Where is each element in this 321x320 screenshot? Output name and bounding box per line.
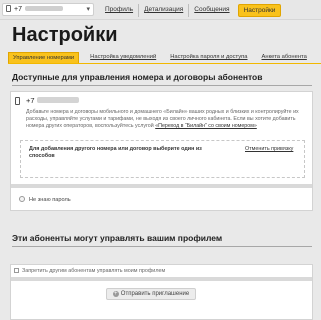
- port-number-link[interactable]: «Переход в “Билайн” со своим номером»: [155, 123, 257, 129]
- tab-notifications[interactable]: Настройка уведомлений: [87, 52, 159, 63]
- add-number-box: Для добавления другого номера или догово…: [20, 140, 305, 178]
- managed-phone-number: +7: [26, 96, 79, 105]
- cancel-binding-link[interactable]: Отменить привязку: [245, 146, 293, 152]
- section-title-available-numbers: Доступные для управления номера и догово…: [12, 72, 263, 82]
- phone-number-select[interactable]: +7 ▾: [2, 3, 94, 16]
- blurred-phone-number: [36, 97, 79, 103]
- content-separator: [11, 277, 312, 281]
- checkbox[interactable]: [14, 268, 19, 273]
- section-title-profile-managers: Эти абоненты могут управлять вашим профи…: [12, 233, 223, 243]
- blurred-phone-number: [24, 6, 63, 11]
- top-navigation: Профиль Детализация Сообщения Настройки: [100, 4, 282, 17]
- nav-details[interactable]: Детализация: [139, 4, 190, 17]
- management-description: Добавьте номера и договоры мобильного и …: [26, 109, 299, 129]
- phone-prefix: +7: [14, 6, 22, 13]
- plus-icon: +: [112, 291, 119, 297]
- nav-settings[interactable]: Настройки: [237, 4, 282, 17]
- radio-dont-know-password[interactable]: Не знаю пароль: [19, 196, 71, 203]
- section-divider: [12, 246, 312, 247]
- radio-button[interactable]: [19, 196, 25, 202]
- mobile-phone-icon: [15, 97, 20, 105]
- top-bar: +7 ▾ Профиль Детализация Сообщения Настр…: [0, 0, 321, 20]
- page-title: Настройки: [12, 24, 118, 46]
- content-separator: [11, 184, 312, 188]
- tab-password-access[interactable]: Настройка пароля и доступа: [167, 52, 250, 63]
- mobile-phone-icon: [6, 5, 11, 12]
- deny-management-checkbox-row[interactable]: Запретить другим абонентам управлять мои…: [14, 268, 165, 274]
- chevron-down-icon[interactable]: ▾: [86, 4, 90, 15]
- section-divider: [12, 85, 312, 86]
- nav-messages[interactable]: Сообщения: [189, 4, 234, 17]
- tab-subscriber-profile[interactable]: Анкета абонента: [259, 52, 310, 63]
- nav-profile[interactable]: Профиль: [100, 4, 140, 17]
- tab-number-management[interactable]: Управление номерами: [8, 52, 80, 63]
- profile-managers-card: Запретить другим абонентам управлять мои…: [10, 264, 313, 320]
- managed-numbers-card: +7 Добавьте номера и договоры мобильного…: [10, 91, 313, 211]
- send-invite-button[interactable]: + Отправить приглашение: [106, 288, 196, 300]
- add-number-instructions: Для добавления другого номера или догово…: [29, 146, 202, 159]
- settings-tabs: Управление номерами Настройка уведомлени…: [8, 52, 321, 64]
